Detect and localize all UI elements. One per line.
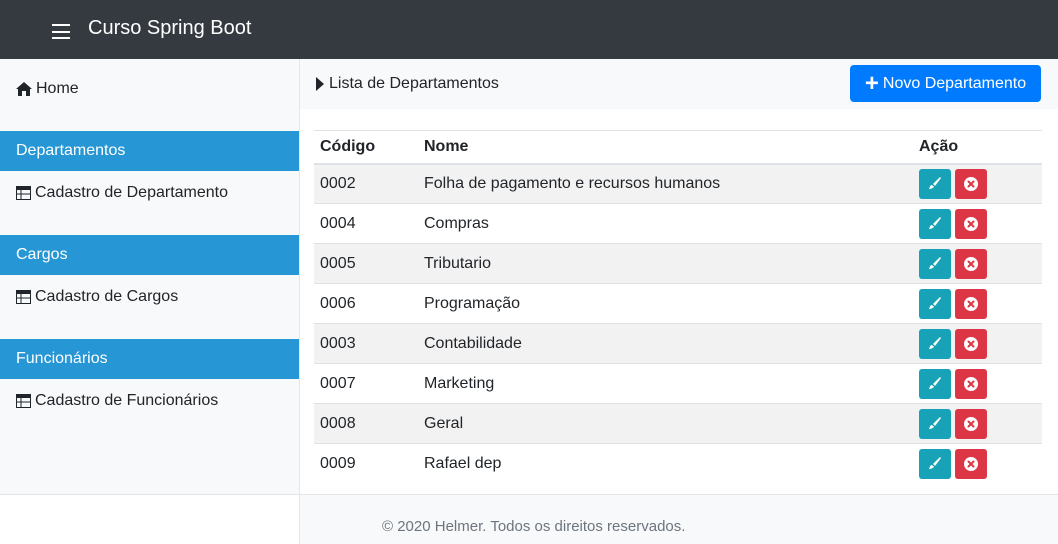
brush-icon	[929, 256, 941, 269]
table-row: 0007 Marketing	[314, 363, 1042, 404]
cell-code: 0008	[314, 403, 418, 444]
cell-code: 0009	[314, 443, 418, 484]
sidebar-item-label: Cadastro de Funcionários	[35, 392, 219, 409]
brush-icon	[929, 416, 941, 429]
brand-title[interactable]: Curso Spring Boot	[88, 17, 251, 40]
sidebar-item-cadastro-departamento[interactable]: Cadastro de Departamento	[16, 184, 228, 202]
cell-code: 0003	[314, 323, 418, 364]
table-row: 0002 Folha de pagamento e recursos humano…	[314, 163, 1042, 204]
plus-icon: +	[864, 69, 879, 97]
header-name: Nome	[418, 130, 913, 165]
cell-name: Tributario	[418, 243, 913, 284]
breadcrumb-bar: Lista de Departamentos + Novo Departamen…	[300, 59, 1058, 109]
edit-button[interactable]	[919, 248, 951, 279]
table-row: 0008 Geral	[314, 403, 1042, 444]
delete-button[interactable]	[955, 408, 987, 439]
brush-icon	[929, 336, 941, 349]
delete-button[interactable]	[955, 248, 987, 279]
cell-actions	[913, 363, 1042, 404]
close-circle-icon	[964, 336, 978, 351]
table-row: 0005 Tributario	[314, 243, 1042, 284]
brush-icon	[929, 296, 941, 309]
close-circle-icon	[964, 216, 978, 231]
sidebar-item-cadastro-funcionarios[interactable]: Cadastro de Funcionários	[16, 392, 218, 410]
table-row: 0004 Compras	[314, 203, 1042, 244]
cell-name: Rafael dep	[418, 443, 913, 484]
footer: © 2020 Helmer. Todos os direitos reserva…	[300, 494, 1058, 544]
close-circle-icon	[964, 176, 978, 191]
delete-button[interactable]	[955, 328, 987, 359]
sidebar-section-funcionarios: Funcionários	[0, 339, 299, 379]
edit-button[interactable]	[919, 328, 951, 359]
edit-button[interactable]	[919, 208, 951, 239]
cell-name: Compras	[418, 203, 913, 244]
sidebar-item-cadastro-cargos[interactable]: Cadastro de Cargos	[16, 288, 178, 306]
main-content: Lista de Departamentos + Novo Departamen…	[300, 59, 1058, 544]
close-circle-icon	[964, 376, 978, 391]
caret-right-icon	[316, 77, 324, 91]
close-circle-icon	[964, 416, 978, 431]
sidebar-item-label: Home	[36, 80, 79, 97]
cell-actions	[913, 243, 1042, 284]
cell-actions	[913, 443, 1042, 484]
cell-actions	[913, 163, 1042, 204]
edit-button[interactable]	[919, 408, 951, 439]
cell-name: Contabilidade	[418, 323, 913, 364]
header-action: Ação	[913, 130, 1042, 165]
table-icon	[16, 394, 31, 408]
cell-actions	[913, 403, 1042, 444]
header-code: Código	[314, 130, 418, 165]
delete-button[interactable]	[955, 368, 987, 399]
table-icon	[16, 186, 31, 200]
brush-icon	[929, 176, 941, 189]
brush-icon	[929, 376, 941, 389]
brush-icon	[929, 216, 941, 229]
table-row: 0006 Programação	[314, 283, 1042, 324]
edit-button[interactable]	[919, 368, 951, 399]
close-circle-icon	[964, 296, 978, 311]
sidebar: Home Departamentos Cadastro de Departame…	[0, 59, 299, 544]
delete-button[interactable]	[955, 448, 987, 479]
cell-code: 0007	[314, 363, 418, 404]
sidebar-section-cargos: Cargos	[0, 235, 299, 275]
new-department-button[interactable]: + Novo Departamento	[850, 65, 1041, 102]
close-circle-icon	[964, 256, 978, 271]
home-icon	[16, 82, 32, 96]
top-navbar: Curso Spring Boot	[0, 0, 1058, 59]
close-circle-icon	[964, 456, 978, 471]
sidebar-item-label: Cadastro de Cargos	[35, 288, 179, 305]
brush-icon	[929, 456, 941, 469]
cell-code: 0002	[314, 163, 418, 204]
delete-button[interactable]	[955, 208, 987, 239]
hamburger-icon[interactable]	[52, 24, 70, 39]
table-header-row: Código Nome Ação	[314, 130, 1042, 165]
cell-code: 0004	[314, 203, 418, 244]
departments-table: Código Nome Ação 0002 Folha de pagamento …	[314, 130, 1042, 484]
breadcrumb-label: Lista de Departamentos	[329, 75, 499, 92]
cell-code: 0005	[314, 243, 418, 284]
delete-button[interactable]	[955, 288, 987, 319]
table-row: 0009 Rafael dep	[314, 443, 1042, 484]
new-department-label: Novo Departamento	[882, 74, 1027, 92]
edit-button[interactable]	[919, 288, 951, 319]
cell-name: Folha de pagamento e recursos humanos	[418, 163, 913, 204]
cell-name: Programação	[418, 283, 913, 324]
table-icon	[16, 290, 31, 304]
sidebar-section-departamentos: Departamentos	[0, 131, 299, 171]
footer-copyright: © 2020 Helmer. Todos os direitos reserva…	[382, 518, 686, 535]
table-row: 0003 Contabilidade	[314, 323, 1042, 364]
cell-actions	[913, 203, 1042, 244]
cell-code: 0006	[314, 283, 418, 324]
cell-name: Geral	[418, 403, 913, 444]
breadcrumb: Lista de Departamentos	[316, 75, 499, 93]
cell-name: Marketing	[418, 363, 913, 404]
edit-button[interactable]	[919, 168, 951, 199]
edit-button[interactable]	[919, 448, 951, 479]
cell-actions	[913, 323, 1042, 364]
cell-actions	[913, 283, 1042, 324]
sidebar-item-home[interactable]: Home	[16, 80, 79, 98]
sidebar-item-label: Cadastro de Departamento	[35, 184, 228, 201]
sidebar-footer	[0, 494, 299, 544]
delete-button[interactable]	[955, 168, 987, 199]
